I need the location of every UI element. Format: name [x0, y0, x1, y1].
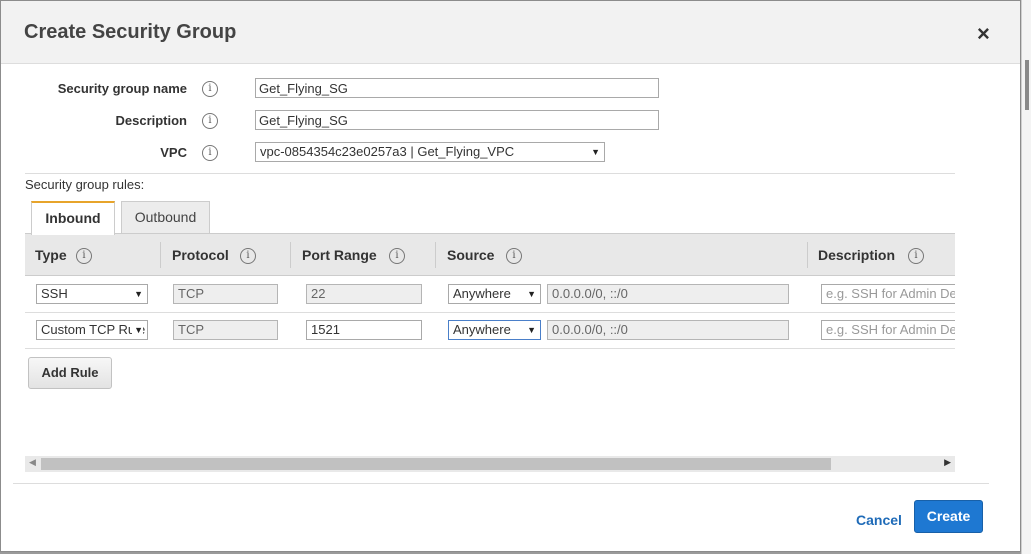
info-icon[interactable]: i	[202, 113, 218, 129]
chevron-down-icon: ▼	[527, 289, 536, 299]
rules-table-header: Type i Protocol i Port Range i Source i …	[25, 233, 955, 276]
chevron-down-icon: ▼	[132, 321, 143, 339]
horizontal-scrollbar[interactable]: ◀ ▶	[25, 456, 955, 472]
info-icon[interactable]: i	[908, 248, 924, 264]
rule-protocol-field: TCP	[173, 320, 278, 340]
vpc-select[interactable]: vpc-0854354c23e0257a3 | Get_Flying_VPC ▼	[255, 142, 605, 162]
chevron-down-icon: ▼	[134, 289, 143, 299]
rule-source-select[interactable]: Anywhere ▼	[448, 284, 541, 304]
column-divider	[160, 242, 161, 268]
create-security-group-dialog: Create Security Group × Security group n…	[0, 0, 1021, 552]
info-icon[interactable]: i	[202, 81, 218, 97]
rule-cidr-field: 0.0.0.0/0, ::/0	[547, 284, 789, 304]
create-button[interactable]: Create	[914, 500, 983, 533]
rule-cidr-field: 0.0.0.0/0, ::/0	[547, 320, 789, 340]
rule-type-select[interactable]: Custom TCP Rule ▼	[36, 320, 148, 340]
rule-type-value: Custom TCP Rule	[41, 322, 146, 337]
rule-source-select[interactable]: Anywhere ▼	[448, 320, 541, 340]
add-rule-button[interactable]: Add Rule	[28, 357, 112, 389]
tab-outbound[interactable]: Outbound	[121, 201, 210, 234]
rule-description-placeholder: e.g. SSH for Admin Desktop	[826, 286, 955, 301]
cancel-button[interactable]: Cancel	[856, 512, 902, 528]
column-divider	[807, 242, 808, 268]
dialog-header: Create Security Group ×	[1, 1, 1020, 64]
rule-description-placeholder: e.g. SSH for Admin Desktop	[826, 322, 955, 337]
footer-divider	[13, 483, 989, 484]
rule-port-range-field: 22	[306, 284, 422, 304]
close-icon[interactable]: ×	[977, 21, 990, 47]
rule-protocol-field: TCP	[173, 284, 278, 304]
chevron-down-icon: ▼	[527, 325, 536, 335]
dialog-title: Create Security Group	[24, 21, 237, 43]
rule-type-value: SSH	[41, 286, 68, 301]
scroll-left-icon[interactable]: ◀	[29, 457, 36, 468]
rule-port-range-input[interactable]: 1521	[306, 320, 422, 340]
column-header-description: Description	[818, 247, 896, 263]
background-page	[1021, 0, 1031, 554]
column-header-source: Source	[447, 247, 495, 263]
rule-description-input[interactable]: e.g. SSH for Admin Desktop	[821, 320, 955, 340]
scroll-right-icon[interactable]: ▶	[944, 457, 951, 468]
section-divider	[25, 173, 955, 174]
info-icon[interactable]: i	[506, 248, 522, 264]
rule-description-input[interactable]: e.g. SSH for Admin Desktop	[821, 284, 955, 304]
scrollbar-thumb[interactable]	[41, 458, 831, 470]
column-divider	[435, 242, 436, 268]
rule-source-value: Anywhere	[453, 286, 511, 301]
description-input[interactable]	[255, 110, 659, 130]
vpc-select-value: vpc-0854354c23e0257a3 | Get_Flying_VPC	[260, 144, 515, 159]
background-scrollbar	[1025, 60, 1029, 110]
column-header-port-range: Port Range	[302, 247, 377, 263]
row-divider	[25, 312, 955, 313]
info-icon[interactable]: i	[76, 248, 92, 264]
security-group-rules-caption: Security group rules:	[25, 177, 145, 192]
row-divider	[25, 348, 955, 349]
security-group-name-label: Security group name	[57, 81, 187, 96]
rule-type-select[interactable]: SSH ▼	[36, 284, 148, 304]
description-label: Description	[115, 113, 187, 128]
chevron-down-icon: ▼	[591, 147, 600, 157]
vpc-label: VPC	[160, 145, 187, 160]
info-icon[interactable]: i	[202, 145, 218, 161]
tab-inbound[interactable]: Inbound	[31, 201, 115, 235]
security-group-name-input[interactable]	[255, 78, 659, 98]
column-divider	[290, 242, 291, 268]
column-header-protocol: Protocol	[172, 247, 229, 263]
rule-source-value: Anywhere	[453, 322, 511, 337]
info-icon[interactable]: i	[240, 248, 256, 264]
info-icon[interactable]: i	[389, 248, 405, 264]
column-header-type: Type	[35, 247, 67, 263]
